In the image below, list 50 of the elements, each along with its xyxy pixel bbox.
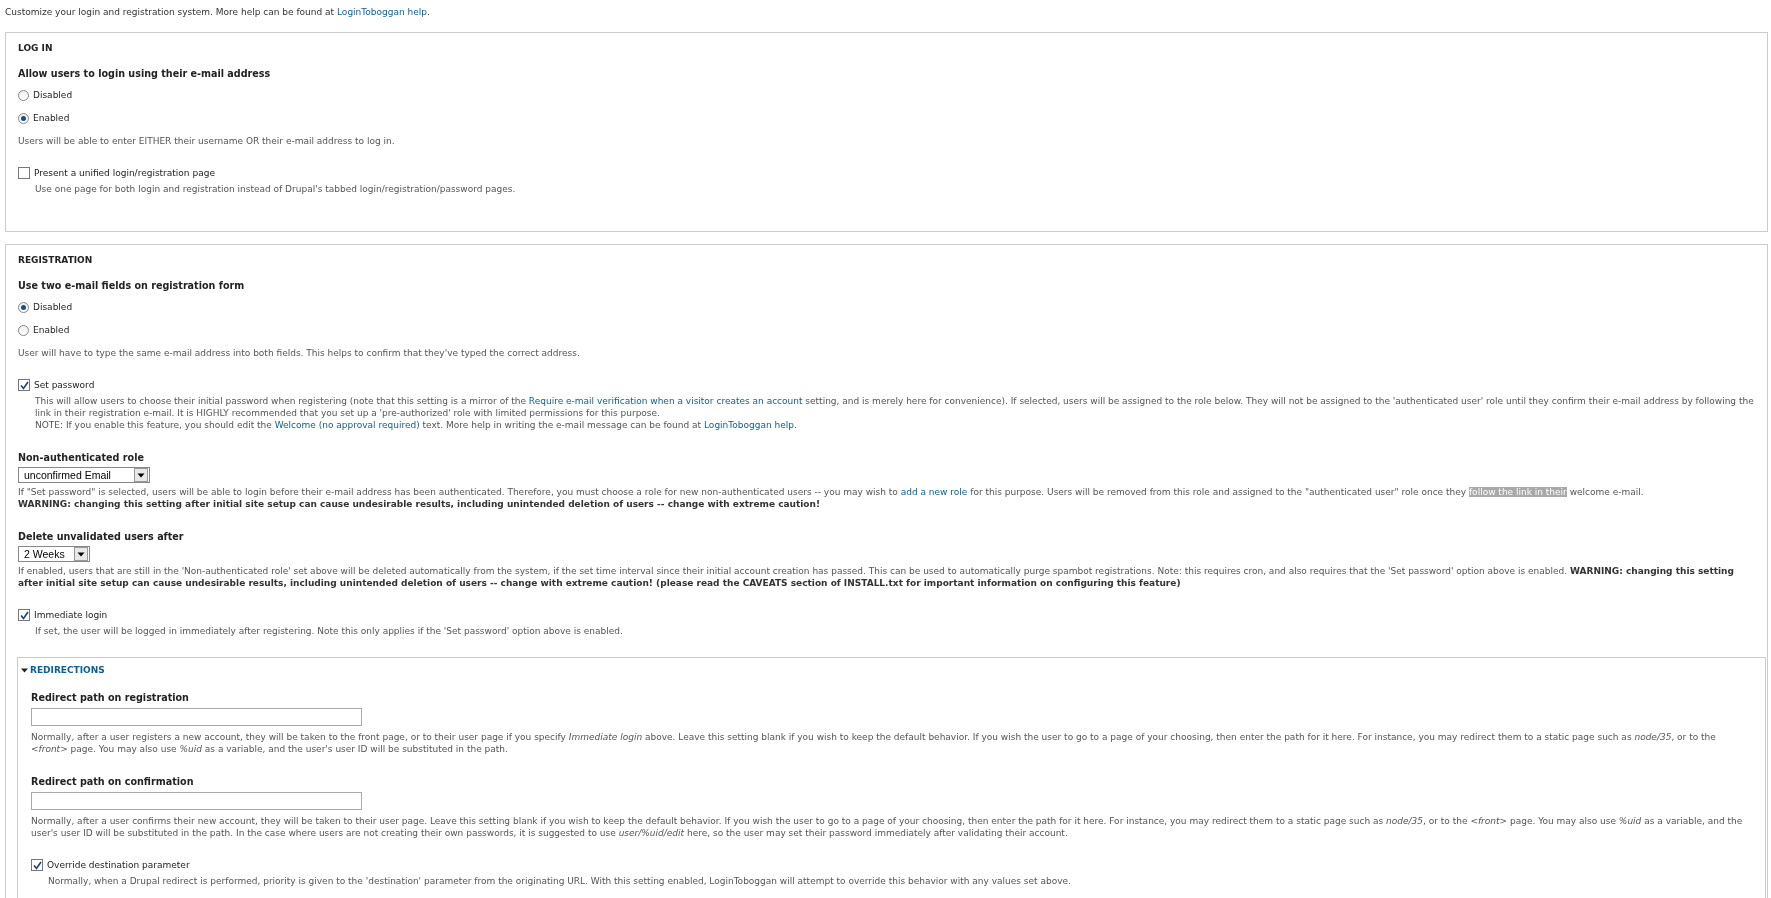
field-label: Non-authenticated role bbox=[18, 451, 145, 465]
triangle-icon bbox=[21, 666, 28, 674]
help-text: Normally, when a Drupal redirect is performed, priority is given to the 'destination' parameter from the originating URL. With this setting enabled, LoginToboggan will attempt to override this behavior with any values set above. bbox=[48, 875, 1072, 887]
checkbox-label: Immediate login bbox=[34, 610, 108, 620]
dropdown[interactable]: unconfirmed Email bbox=[18, 467, 150, 483]
field-label: Redirect path on confirmation bbox=[31, 775, 195, 789]
radio-button[interactable] bbox=[18, 324, 29, 336]
checkbox-label: Override destination parameter bbox=[47, 860, 190, 870]
checkbox-label: Present a unified login/registration page bbox=[34, 168, 215, 178]
help-text: Customize your login and registration system. More help can be found at LoginToboggan help. bbox=[5, 6, 431, 18]
option-label: Enabled bbox=[33, 113, 70, 123]
checkbox[interactable] bbox=[31, 859, 43, 871]
link[interactable]: Require e-mail verification when a visitor creates an account bbox=[528, 396, 803, 406]
help-text: Users will be able to enter EITHER their username OR their e-mail address to log in. bbox=[18, 135, 396, 147]
option-label: Enabled bbox=[33, 325, 70, 335]
option-label: Disabled bbox=[33, 302, 73, 312]
field-label: Use two e-mail fields on registration form bbox=[18, 279, 246, 293]
help-text: Use one page for both login and registration instead of Drupal's tabbed login/registration/password pages. bbox=[35, 183, 517, 195]
field-label: Allow users to login using their e-mail address bbox=[18, 67, 272, 81]
link[interactable]: LoginToboggan help bbox=[337, 7, 427, 17]
caret-icon bbox=[134, 468, 148, 482]
help-text: WARNING: changing this setting after initial site setup can cause undesirable results, including unintended deletion of users -- change with extreme caution! bbox=[18, 498, 822, 510]
help-text: Normally, after a user registers a new account, they will be taken to the front page, or to their user page if you specify Immediate login above. Leave this setting blank if you wish to keep the default behavior. If you wish the user to go to a page of your choosing, then enter the path for it here. For instance, you may redirect them to a static page such as node/35, or to the <front> page. You may also use %uid as a variable, and the user's user ID will be substituted in the path. bbox=[31, 731, 1717, 755]
help-text: NOTE: If you enable this feature, you should edit the Welcome (no approval required) text. More help in writing the e-mail message can be found at LoginToboggan help. bbox=[35, 419, 798, 431]
link[interactable]: LoginToboggan help bbox=[704, 420, 794, 430]
help-text: Normally, after a user confirms their new account, they will be taken to their user page. Leave this setting blank if you wish to keep the default behavior. If you wish the user to go to a page of your choosing, then enter the path for it here. For instance, you may redirect them to a static page such as node/35, or to the <front> page. You may also use %uid as a variable, and the user's user ID will be substituted in the path. In the case where users are not creating their own passwords, it is suggested to use user/%uid/edit here, so the user may set their password immediately after validating their account. bbox=[31, 815, 1744, 839]
option-label: Disabled bbox=[33, 90, 73, 100]
field-label: Redirect path on registration bbox=[31, 691, 190, 705]
link[interactable]: add a new role bbox=[900, 487, 968, 497]
caret-icon bbox=[74, 547, 88, 561]
help-text: This will allow users to choose their initial password when registering (note that this setting is a mirror of the Require e-mail verification when a visitor creates an account setting, and is merely here for convenience). If selected, users will be assigned to the role below. They will not be assigned to the 'authenticated user' role until they confirm their e-mail address by following the link in their registration e-mail. It is HIGHLY recommended that you set up a 'pre-authorized' role with limited permissions for this purpose. bbox=[35, 395, 1755, 419]
radio-button[interactable] bbox=[18, 89, 29, 101]
section-title: REGISTRATION bbox=[18, 255, 93, 265]
text-field[interactable] bbox=[31, 792, 362, 810]
dropdown[interactable]: 2 Weeks bbox=[18, 546, 90, 562]
link[interactable]: Welcome (no approval required) bbox=[274, 420, 420, 430]
radio-button[interactable] bbox=[18, 301, 29, 313]
checkbox-label: Set password bbox=[34, 380, 95, 390]
help-text: If set, the user will be logged in immediately after registering. Note this only applies if the 'Set password' option above is enabled. bbox=[35, 625, 624, 637]
checkbox[interactable] bbox=[18, 379, 30, 391]
radio-button[interactable] bbox=[18, 112, 29, 124]
field-label: Delete unvalidated users after bbox=[18, 530, 185, 544]
fieldset-toggle[interactable]: REDIRECTIONS bbox=[21, 665, 105, 675]
help-text: If enabled, users that are still in the 'Non-authenticated role' set above will be deleted automatically from the system, if the set time interval since their initial account creation has passed. This can be used to automatically purge spambot registrations. Note: this requires cron, and also requires that the 'Set password' option above is enabled. WARNING: changing this setting after initial site setup can cause undesirable results, including unintended deletion of users -- change with extreme caution! (please read the CAVEATS section of INSTALL.txt for important information on configuring this feature) bbox=[18, 565, 1735, 589]
help-text: If "Set password" is selected, users will be able to login before their e-mail address has been authenticated. Therefore, you must choose a role for new non-authenticated users -- you may wish to add a new role for this purpose. Users will be removed from this role and assigned to the "authenticated user" role once they follow the link in their welcome e-mail. bbox=[18, 486, 1645, 498]
checkbox[interactable] bbox=[18, 167, 30, 179]
text-field[interactable] bbox=[31, 708, 362, 726]
section-title: LOG IN bbox=[18, 43, 53, 53]
help-text: User will have to type the same e-mail address into both fields. This helps to confirm that they've typed the correct address. bbox=[18, 347, 581, 359]
checkbox[interactable] bbox=[18, 609, 30, 621]
